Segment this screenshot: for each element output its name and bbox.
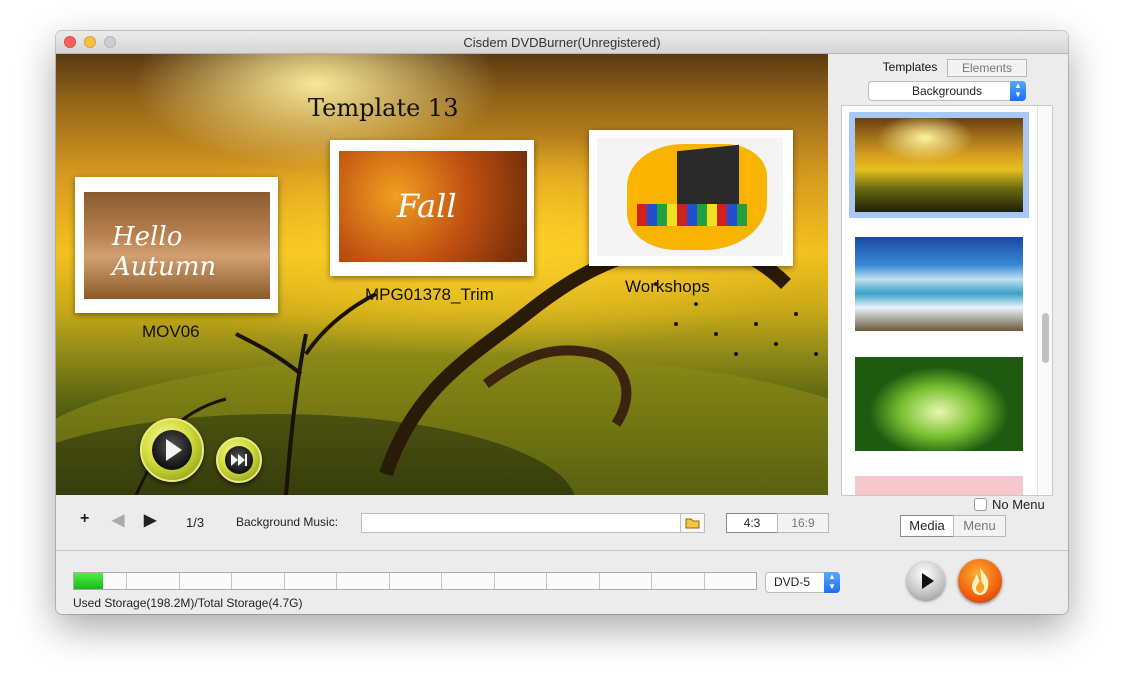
storage-segment-divider xyxy=(493,573,495,589)
thumbnail-overlay-text: Hello Autumn xyxy=(112,222,217,282)
scrollbar-thumb[interactable] xyxy=(1042,313,1049,363)
product-box-shape xyxy=(677,144,739,212)
storage-segment-divider xyxy=(231,573,233,589)
disc-type-value: DVD-5 xyxy=(774,575,811,589)
select-arrows-icon: ▲ ▼ xyxy=(824,572,840,593)
background-item-leaves[interactable] xyxy=(855,357,1023,451)
storage-segment-divider xyxy=(336,573,338,589)
play-icon xyxy=(152,430,192,470)
category-popup[interactable]: Backgrounds ▲ ▼ xyxy=(868,81,1026,101)
storage-segment-divider xyxy=(546,573,548,589)
template-sidebar: Templates Elements Backgrounds ▲ ▼ No Men… xyxy=(828,54,1068,550)
menu-next-button[interactable] xyxy=(216,437,262,483)
list-scrollbar[interactable] xyxy=(1037,106,1052,495)
background-item-autumn[interactable] xyxy=(855,118,1023,212)
storage-segment-divider xyxy=(598,573,600,589)
aspect-4-3-button[interactable]: 4:3 xyxy=(726,513,778,533)
background-thumbnail-list[interactable] xyxy=(841,105,1053,496)
menu-preview-canvas[interactable]: Template 13 Hello Autumn MOV06 Fall MPG0… xyxy=(56,54,828,495)
thumbnail-image xyxy=(597,138,783,256)
tab-media[interactable]: Media xyxy=(900,515,954,537)
storage-segment-divider xyxy=(441,573,443,589)
thumbnail-image: Fall xyxy=(339,151,527,262)
paint-bottles-shape xyxy=(637,204,747,226)
thumbnail-overlay-text: Fall xyxy=(397,187,457,225)
storage-segment-divider xyxy=(703,573,705,589)
tab-templates[interactable]: Templates xyxy=(872,59,948,77)
storage-segment-divider xyxy=(283,573,285,589)
no-menu-checkbox[interactable] xyxy=(974,498,987,511)
app-window: Cisdem DVDBurner(Unregistered) Template … xyxy=(56,31,1068,614)
storage-segment-divider xyxy=(126,573,128,589)
plus-icon[interactable]: + xyxy=(80,510,89,528)
background-item-ocean[interactable] xyxy=(855,237,1023,331)
storage-used-fill xyxy=(74,573,103,589)
tab-elements[interactable]: Elements xyxy=(947,59,1027,77)
template-title: Template 13 xyxy=(308,94,459,122)
thumbnail-label[interactable]: MPG01378_Trim xyxy=(365,285,494,305)
thumbnail-label[interactable]: Workshops xyxy=(625,277,710,297)
storage-text: Used Storage(198.2M)/Total Storage(4.7G) xyxy=(73,596,303,610)
thumbnail-image: Hello Autumn xyxy=(84,192,270,299)
media-thumbnail-1[interactable]: Hello Autumn xyxy=(75,177,278,313)
title-bar: Cisdem DVDBurner(Unregistered) xyxy=(56,31,1068,54)
storage-segment-divider xyxy=(651,573,653,589)
burn-button[interactable] xyxy=(958,559,1002,603)
storage-bar xyxy=(73,572,757,590)
aspect-16-9-button[interactable]: 16:9 xyxy=(777,513,829,533)
menu-play-button[interactable] xyxy=(140,418,204,482)
no-menu-label: No Menu xyxy=(992,497,1045,512)
background-music-field[interactable] xyxy=(361,513,681,533)
play-icon xyxy=(922,573,934,589)
arrow-left-icon[interactable]: ◀ xyxy=(112,510,124,530)
tab-menu[interactable]: Menu xyxy=(953,515,1006,537)
background-item-pink[interactable] xyxy=(855,476,1023,495)
window-title: Cisdem DVDBurner(Unregistered) xyxy=(463,35,661,50)
page-indicator: 1/3 xyxy=(186,515,205,530)
footer-divider xyxy=(56,550,1068,551)
flame-icon xyxy=(972,567,989,595)
folder-icon[interactable] xyxy=(680,513,705,533)
background-music-label: Background Music: xyxy=(236,515,339,529)
media-thumbnail-3[interactable] xyxy=(589,130,793,266)
thumbnail-label[interactable]: MOV06 xyxy=(142,322,200,342)
skip-forward-icon xyxy=(225,446,253,474)
preview-play-button[interactable] xyxy=(907,562,945,600)
media-thumbnail-2[interactable]: Fall xyxy=(330,140,534,276)
arrow-right-icon[interactable]: ▶ xyxy=(144,510,156,530)
disc-type-select[interactable]: DVD-5 ▲ ▼ xyxy=(765,572,840,593)
storage-segment-divider xyxy=(178,573,180,589)
popup-arrows-icon: ▲ ▼ xyxy=(1010,81,1026,101)
category-value: Backgrounds xyxy=(911,84,983,98)
storage-segment-divider xyxy=(388,573,390,589)
